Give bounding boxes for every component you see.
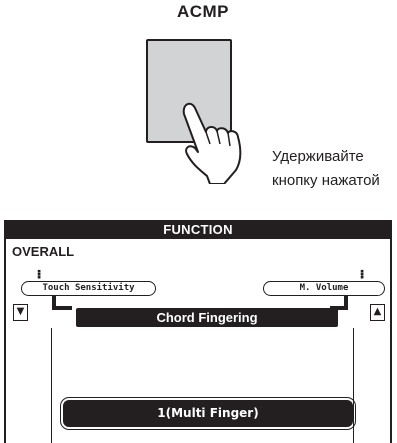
lcd-display: FUNCTION OVERALL ▪ ▪ ▪ ▪ ▪ ▪ Touch Sensitivi… [4,220,392,443]
scroll-down-icon: ▼ [13,304,28,321]
acmp-label: ACMP [176,2,230,21]
section-label: OVERALL [12,244,75,259]
scroll-up-icon: ▲ [370,304,385,321]
pressing-hand-icon [182,102,242,184]
left-tick-mark: ▪ ▪ ▪ [37,267,42,281]
instruction-line-2: кнопку нажатой [272,172,380,189]
lcd-title: FUNCTION [6,220,390,239]
parameter-title: Chord Fingering [76,308,338,327]
instruction-line-1: Удерживайте [272,148,364,165]
right-tick-mark: ▪ ▪ ▪ [360,267,365,281]
parameter-value: 1(Multi Finger) [60,397,356,430]
hold-instruction: Удерживайте кнопку нажатой [272,145,397,193]
